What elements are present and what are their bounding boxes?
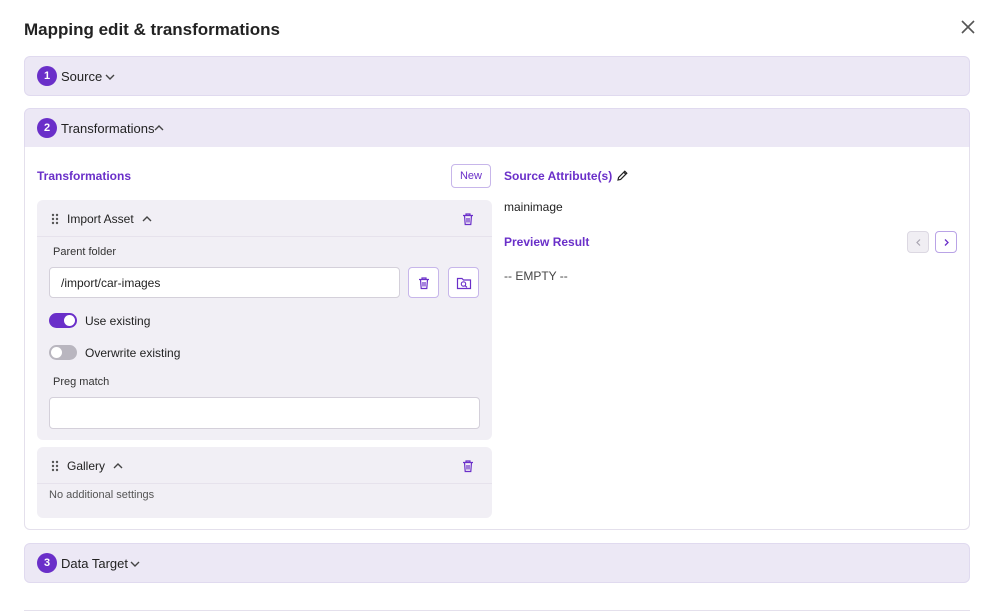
chevron-up-icon [154,125,164,131]
preview-previous-button[interactable] [907,231,929,253]
chevron-right-icon [944,239,949,246]
gallery-note: No additional settings [49,489,155,501]
import-asset-title[interactable]: Import Asset [67,212,134,226]
footer-divider [24,610,970,611]
drag-handle-icon[interactable] [50,460,60,472]
gallery-title[interactable]: Gallery [67,459,105,473]
trash-icon[interactable] [461,459,475,473]
step-data-target-header[interactable]: 3 Data Target [24,543,970,583]
overwrite-existing-label: Overwrite existing [85,346,181,360]
chevron-up-icon[interactable] [141,213,153,225]
preg-match-label: Preg match [53,376,110,388]
chevron-left-icon [916,239,921,246]
trash-icon[interactable] [461,212,475,226]
parent-folder-label: Parent folder [53,246,116,258]
trash-icon [419,277,429,290]
step-label: Transformations [61,121,155,136]
source-attribute-value: mainimage [504,200,563,214]
chevron-up-icon[interactable] [112,460,124,472]
step-number-badge: 1 [37,66,57,86]
step-transformations-header[interactable]: 2 Transformations [24,108,970,148]
step-source-header[interactable]: 1 Source [24,56,970,96]
chevron-down-icon [130,561,140,567]
use-existing-label: Use existing [85,314,151,328]
source-attributes-heading: Source Attribute(s) [504,169,613,183]
step-number-badge: 3 [37,553,57,573]
dialog-title: Mapping edit & transformations [24,20,280,39]
step-number-badge: 2 [37,118,57,138]
step-label: Source [61,69,103,84]
clear-folder-button[interactable] [408,267,439,298]
step-label: Data Target [61,556,128,571]
preview-result-heading: Preview Result [504,235,590,249]
parent-folder-input[interactable]: /import/car-images [49,267,400,298]
drag-handle-icon[interactable] [50,213,60,225]
pencil-icon[interactable] [616,169,629,182]
preview-result-value: -- EMPTY -- [504,269,568,283]
folder-search-icon [456,277,472,290]
use-existing-toggle[interactable] [49,313,77,328]
overwrite-existing-toggle[interactable] [49,345,77,360]
chevron-down-icon [105,74,115,80]
close-icon[interactable] [959,18,977,36]
preg-match-input[interactable] [49,397,480,429]
transformations-heading: Transformations [37,169,132,183]
browse-folder-button[interactable] [448,267,479,298]
preview-next-button[interactable] [935,231,957,253]
gallery-card: Gallery No additional settings [37,447,492,518]
new-transformation-button[interactable]: New [451,164,491,188]
